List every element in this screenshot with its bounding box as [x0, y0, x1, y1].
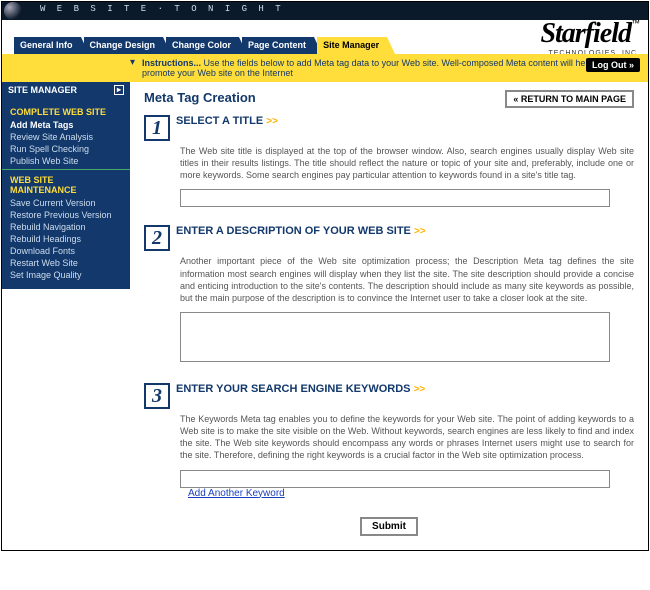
sidebar-item-save-current-version[interactable]: Save Current Version	[2, 197, 130, 209]
brand-name: Starfield	[540, 18, 631, 49]
step-number-icon: 2	[144, 225, 170, 251]
submit-button[interactable]: Submit	[360, 517, 418, 536]
step-description: Another important piece of the Web site …	[180, 255, 634, 304]
sidebar-item-download-fonts[interactable]: Download Fonts	[2, 245, 130, 257]
tab-site-manager[interactable]: Site Manager	[317, 37, 387, 54]
logout-button[interactable]: Log Out »	[586, 58, 640, 72]
sidebar-item-restart-web-site[interactable]: Restart Web Site	[2, 257, 130, 269]
chevron-right-icon: >>	[414, 384, 426, 395]
tab-change-design[interactable]: Change Design	[84, 37, 164, 54]
tab-page-content[interactable]: Page Content	[242, 37, 314, 54]
description-textarea[interactable]	[180, 312, 610, 362]
sidebar-item-set-image-quality[interactable]: Set Image Quality	[2, 269, 130, 281]
sidebar-item-publish-web-site[interactable]: Publish Web Site	[2, 155, 130, 167]
tab-general-info[interactable]: General Info	[14, 37, 81, 54]
step-title: ENTER A DESCRIPTION OF YOUR WEB SITE	[176, 225, 414, 237]
chevron-right-icon: >>	[414, 226, 426, 237]
sidebar-section-heading: WEB SITE MAINTENANCE	[2, 169, 130, 197]
arrow-down-icon: ▾	[130, 57, 135, 68]
sidebar-body: COMPLETE WEB SITEAdd Meta TagsReview Sit…	[2, 98, 130, 289]
step-2: 2 ENTER A DESCRIPTION OF YOUR WEB SITE >>…	[144, 225, 634, 365]
sidebar-item-run-spell-checking[interactable]: Run Spell Checking	[2, 143, 130, 155]
return-button[interactable]: « RETURN TO MAIN PAGE	[505, 90, 634, 108]
step-description: The Keywords Meta tag enables you to def…	[180, 413, 634, 462]
step-title: SELECT A TITLE	[176, 115, 266, 127]
brand-logo: Starfield™ TECHNOLOGIES, INC.	[540, 18, 640, 57]
sidebar: SITE MANAGER ▸ COMPLETE WEB SITEAdd Meta…	[2, 82, 130, 550]
keyword-input[interactable]	[180, 470, 610, 488]
sidebar-item-rebuild-navigation[interactable]: Rebuild Navigation	[2, 221, 130, 233]
step-1: 1 SELECT A TITLE >> The Web site title is …	[144, 115, 634, 207]
site-name: W E B S I T E · T O N I G H T	[40, 4, 284, 14]
instruction-label: Instructions...	[142, 58, 201, 68]
title-input[interactable]	[180, 189, 610, 207]
add-keyword-link[interactable]: Add Another Keyword	[188, 488, 285, 499]
tab-bar: General InfoChange DesignChange ColorPag…	[14, 37, 387, 54]
collapse-icon[interactable]: ▸	[114, 85, 124, 95]
step-number-icon: 1	[144, 115, 170, 141]
chevron-right-icon: >>	[266, 116, 278, 127]
brand-tm: ™	[631, 18, 640, 28]
brand-row: General InfoChange DesignChange ColorPag…	[2, 20, 648, 54]
sidebar-item-review-site-analysis[interactable]: Review Site Analysis	[2, 131, 130, 143]
step-title: ENTER YOUR SEARCH ENGINE KEYWORDS	[176, 383, 414, 395]
sidebar-item-add-meta-tags[interactable]: Add Meta Tags	[2, 119, 130, 131]
tab-change-color[interactable]: Change Color	[166, 37, 239, 54]
step-field-wrap	[180, 189, 634, 207]
sidebar-title: SITE MANAGER	[8, 85, 77, 95]
step-field-wrap: Add Another Keyword	[180, 470, 634, 499]
sidebar-header: SITE MANAGER ▸	[2, 82, 130, 98]
step-3: 3 ENTER YOUR SEARCH ENGINE KEYWORDS >> The…	[144, 383, 634, 499]
sidebar-item-rebuild-headings[interactable]: Rebuild Headings	[2, 233, 130, 245]
sidebar-section-heading: COMPLETE WEB SITE	[2, 102, 130, 119]
instruction-text: Use the fields below to add Meta tag dat…	[142, 58, 609, 78]
instruction-bar: ▾ Instructions... Use the fields below t…	[2, 54, 648, 82]
content-area: Meta Tag Creation « RETURN TO MAIN PAGE …	[130, 82, 648, 550]
sidebar-item-restore-previous-version[interactable]: Restore Previous Version	[2, 209, 130, 221]
step-description: The Web site title is displayed at the t…	[180, 145, 634, 181]
step-field-wrap	[180, 312, 634, 365]
step-number-icon: 3	[144, 383, 170, 409]
moon-icon	[4, 2, 22, 20]
